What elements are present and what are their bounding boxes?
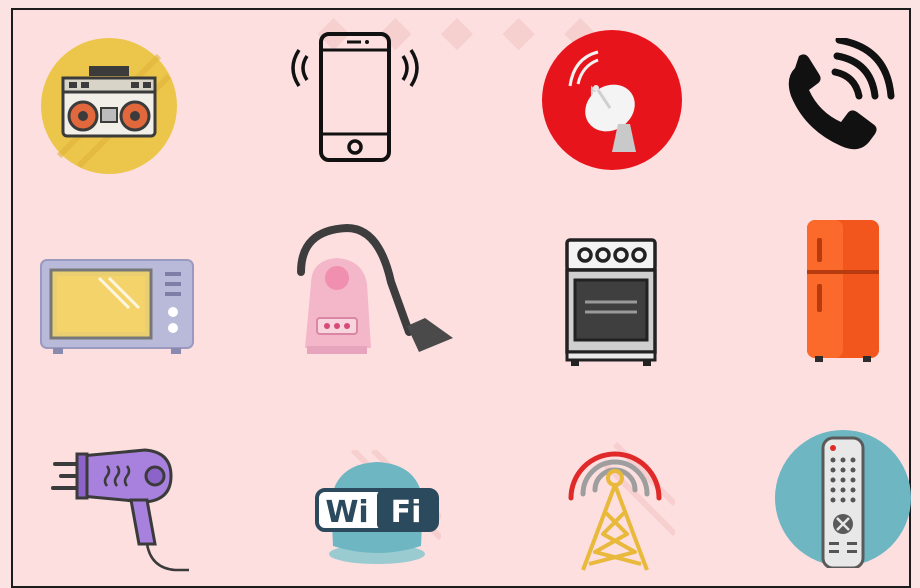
vacuum-cleaner-icon — [297, 222, 457, 362]
wifi-label-right: Fi — [391, 495, 422, 530]
microwave-oven-icon — [39, 258, 195, 354]
tv-remote-icon — [773, 428, 913, 568]
vibrating-smartphone-icon — [285, 28, 425, 168]
refrigerator-icon — [803, 216, 883, 364]
icon-grid: ◆ ◆ ◆ ◆ ◆ Wi Fi — [11, 6, 913, 588]
radio-tower-icon — [555, 424, 675, 574]
wifi-label-left: Wi — [325, 495, 368, 530]
boombox-icon — [39, 36, 179, 176]
wifi-icon: Wi Fi — [313, 450, 441, 570]
gas-stove-oven-icon — [563, 236, 659, 368]
satellite-dish-icon — [540, 28, 684, 172]
ringing-telephone-icon — [775, 38, 895, 158]
hair-dryer-icon — [51, 444, 191, 576]
